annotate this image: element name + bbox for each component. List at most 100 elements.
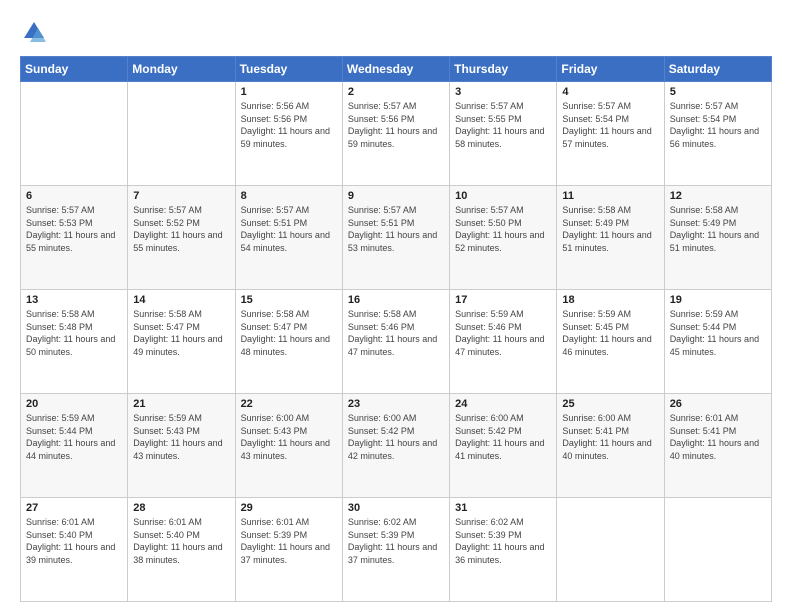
- calendar-cell: 11 Sunrise: 5:58 AMSunset: 5:49 PMDayligh…: [557, 186, 664, 290]
- calendar-cell: [128, 82, 235, 186]
- calendar-cell: 5Sunrise: 5:57 AMSunset: 5:54 PMDaylight…: [664, 82, 771, 186]
- calendar-table: SundayMondayTuesdayWednesdayThursdayFrid…: [20, 56, 772, 602]
- day-info: Sunrise: 5:57 AMSunset: 5:55 PMDaylight:…: [455, 101, 544, 149]
- calendar-cell: 6 Sunrise: 5:57 AMSunset: 5:53 PMDaylight…: [21, 186, 128, 290]
- day-number: 13: [26, 294, 122, 306]
- calendar-cell: 1 Sunrise: 5:56 AMSunset: 5:56 PMDaylight…: [235, 82, 342, 186]
- day-info: Sunrise: 5:58 AMSunset: 5:47 PMDaylight:…: [133, 309, 222, 357]
- day-info: Sunrise: 6:01 AMSunset: 5:40 PMDaylight:…: [26, 517, 115, 565]
- calendar-cell: 12 Sunrise: 5:58 AMSunset: 5:49 PMDayligh…: [664, 186, 771, 290]
- day-number: 31: [455, 502, 551, 514]
- day-number: 3: [455, 86, 551, 98]
- day-number: 30: [348, 502, 444, 514]
- day-info: Sunrise: 6:00 AMSunset: 5:42 PMDaylight:…: [348, 413, 437, 461]
- calendar-cell: 2 Sunrise: 5:57 AMSunset: 5:56 PMDaylight…: [342, 82, 449, 186]
- day-info: Sunrise: 5:59 AMSunset: 5:44 PMDaylight:…: [26, 413, 115, 461]
- day-number: 24: [455, 398, 551, 410]
- day-number: 20: [26, 398, 122, 410]
- day-number: 17: [455, 294, 551, 306]
- calendar-week-row: 6 Sunrise: 5:57 AMSunset: 5:53 PMDaylight…: [21, 186, 772, 290]
- day-info: Sunrise: 5:57 AMSunset: 5:56 PMDaylight:…: [348, 101, 437, 149]
- day-number: 16: [348, 294, 444, 306]
- day-info: Sunrise: 5:57 AMSunset: 5:50 PMDaylight:…: [455, 205, 544, 253]
- day-number: 12: [670, 190, 766, 202]
- day-number: 4: [562, 86, 658, 98]
- day-number: 25: [562, 398, 658, 410]
- day-number: 7: [133, 190, 229, 202]
- day-info: Sunrise: 5:56 AMSunset: 5:56 PMDaylight:…: [241, 101, 330, 149]
- day-info: Sunrise: 5:59 AMSunset: 5:46 PMDaylight:…: [455, 309, 544, 357]
- calendar-cell: 15Sunrise: 5:58 AMSunset: 5:47 PMDayligh…: [235, 290, 342, 394]
- calendar-cell: [21, 82, 128, 186]
- calendar-cell: [557, 498, 664, 602]
- calendar-cell: 26 Sunrise: 6:01 AMSunset: 5:41 PMDayligh…: [664, 394, 771, 498]
- day-info: Sunrise: 6:01 AMSunset: 5:41 PMDaylight:…: [670, 413, 759, 461]
- calendar-cell: 8 Sunrise: 5:57 AMSunset: 5:51 PMDaylight…: [235, 186, 342, 290]
- day-number: 22: [241, 398, 337, 410]
- calendar-day-header: Wednesday: [342, 57, 449, 82]
- calendar-cell: 28 Sunrise: 6:01 AMSunset: 5:40 PMDayligh…: [128, 498, 235, 602]
- calendar-cell: 16 Sunrise: 5:58 AMSunset: 5:46 PMDayligh…: [342, 290, 449, 394]
- day-number: 29: [241, 502, 337, 514]
- header: [20, 18, 772, 46]
- day-info: Sunrise: 5:57 AMSunset: 5:54 PMDaylight:…: [670, 101, 759, 149]
- day-info: Sunrise: 5:58 AMSunset: 5:46 PMDaylight:…: [348, 309, 437, 357]
- day-number: 26: [670, 398, 766, 410]
- calendar-day-header: Sunday: [21, 57, 128, 82]
- day-info: Sunrise: 5:59 AMSunset: 5:45 PMDaylight:…: [562, 309, 651, 357]
- day-number: 2: [348, 86, 444, 98]
- calendar-week-row: 27Sunrise: 6:01 AMSunset: 5:40 PMDayligh…: [21, 498, 772, 602]
- day-info: Sunrise: 5:57 AMSunset: 5:54 PMDaylight:…: [562, 101, 651, 149]
- calendar-cell: 9 Sunrise: 5:57 AMSunset: 5:51 PMDaylight…: [342, 186, 449, 290]
- calendar-cell: 29Sunrise: 6:01 AMSunset: 5:39 PMDayligh…: [235, 498, 342, 602]
- day-info: Sunrise: 6:02 AMSunset: 5:39 PMDaylight:…: [455, 517, 544, 565]
- day-number: 23: [348, 398, 444, 410]
- day-number: 9: [348, 190, 444, 202]
- calendar-cell: 24Sunrise: 6:00 AMSunset: 5:42 PMDayligh…: [450, 394, 557, 498]
- page: SundayMondayTuesdayWednesdayThursdayFrid…: [0, 0, 792, 612]
- calendar-day-header: Saturday: [664, 57, 771, 82]
- day-info: Sunrise: 5:58 AMSunset: 5:48 PMDaylight:…: [26, 309, 115, 357]
- calendar-cell: 13 Sunrise: 5:58 AMSunset: 5:48 PMDayligh…: [21, 290, 128, 394]
- day-info: Sunrise: 5:59 AMSunset: 5:44 PMDaylight:…: [670, 309, 759, 357]
- day-info: Sunrise: 6:00 AMSunset: 5:41 PMDaylight:…: [562, 413, 651, 461]
- day-number: 15: [241, 294, 337, 306]
- day-info: Sunrise: 5:58 AMSunset: 5:49 PMDaylight:…: [670, 205, 759, 253]
- day-number: 8: [241, 190, 337, 202]
- calendar-cell: 30 Sunrise: 6:02 AMSunset: 5:39 PMDayligh…: [342, 498, 449, 602]
- calendar-cell: [664, 498, 771, 602]
- calendar-cell: 18Sunrise: 5:59 AMSunset: 5:45 PMDayligh…: [557, 290, 664, 394]
- day-number: 10: [455, 190, 551, 202]
- calendar-cell: 23 Sunrise: 6:00 AMSunset: 5:42 PMDayligh…: [342, 394, 449, 498]
- day-info: Sunrise: 5:57 AMSunset: 5:51 PMDaylight:…: [241, 205, 330, 253]
- day-info: Sunrise: 5:57 AMSunset: 5:52 PMDaylight:…: [133, 205, 222, 253]
- calendar-cell: 17 Sunrise: 5:59 AMSunset: 5:46 PMDayligh…: [450, 290, 557, 394]
- day-info: Sunrise: 6:02 AMSunset: 5:39 PMDaylight:…: [348, 517, 437, 565]
- logo-icon: [20, 18, 48, 46]
- calendar-cell: 21Sunrise: 5:59 AMSunset: 5:43 PMDayligh…: [128, 394, 235, 498]
- calendar-week-row: 13 Sunrise: 5:58 AMSunset: 5:48 PMDayligh…: [21, 290, 772, 394]
- calendar-cell: 20 Sunrise: 5:59 AMSunset: 5:44 PMDayligh…: [21, 394, 128, 498]
- day-info: Sunrise: 6:01 AMSunset: 5:40 PMDaylight:…: [133, 517, 222, 565]
- day-info: Sunrise: 5:59 AMSunset: 5:43 PMDaylight:…: [133, 413, 222, 461]
- day-info: Sunrise: 5:57 AMSunset: 5:53 PMDaylight:…: [26, 205, 115, 253]
- calendar-cell: 3 Sunrise: 5:57 AMSunset: 5:55 PMDaylight…: [450, 82, 557, 186]
- calendar-cell: 27Sunrise: 6:01 AMSunset: 5:40 PMDayligh…: [21, 498, 128, 602]
- day-number: 6: [26, 190, 122, 202]
- calendar-day-header: Thursday: [450, 57, 557, 82]
- day-info: Sunrise: 6:00 AMSunset: 5:43 PMDaylight:…: [241, 413, 330, 461]
- day-number: 19: [670, 294, 766, 306]
- calendar-cell: 7 Sunrise: 5:57 AMSunset: 5:52 PMDaylight…: [128, 186, 235, 290]
- calendar-cell: 22 Sunrise: 6:00 AMSunset: 5:43 PMDayligh…: [235, 394, 342, 498]
- day-number: 14: [133, 294, 229, 306]
- day-info: Sunrise: 5:57 AMSunset: 5:51 PMDaylight:…: [348, 205, 437, 253]
- calendar-cell: 10 Sunrise: 5:57 AMSunset: 5:50 PMDayligh…: [450, 186, 557, 290]
- calendar-cell: 4 Sunrise: 5:57 AMSunset: 5:54 PMDaylight…: [557, 82, 664, 186]
- calendar-cell: 25 Sunrise: 6:00 AMSunset: 5:41 PMDayligh…: [557, 394, 664, 498]
- day-info: Sunrise: 5:58 AMSunset: 5:49 PMDaylight:…: [562, 205, 651, 253]
- day-number: 28: [133, 502, 229, 514]
- calendar-day-header: Tuesday: [235, 57, 342, 82]
- day-number: 11: [562, 190, 658, 202]
- day-number: 1: [241, 86, 337, 98]
- calendar-cell: 31 Sunrise: 6:02 AMSunset: 5:39 PMDayligh…: [450, 498, 557, 602]
